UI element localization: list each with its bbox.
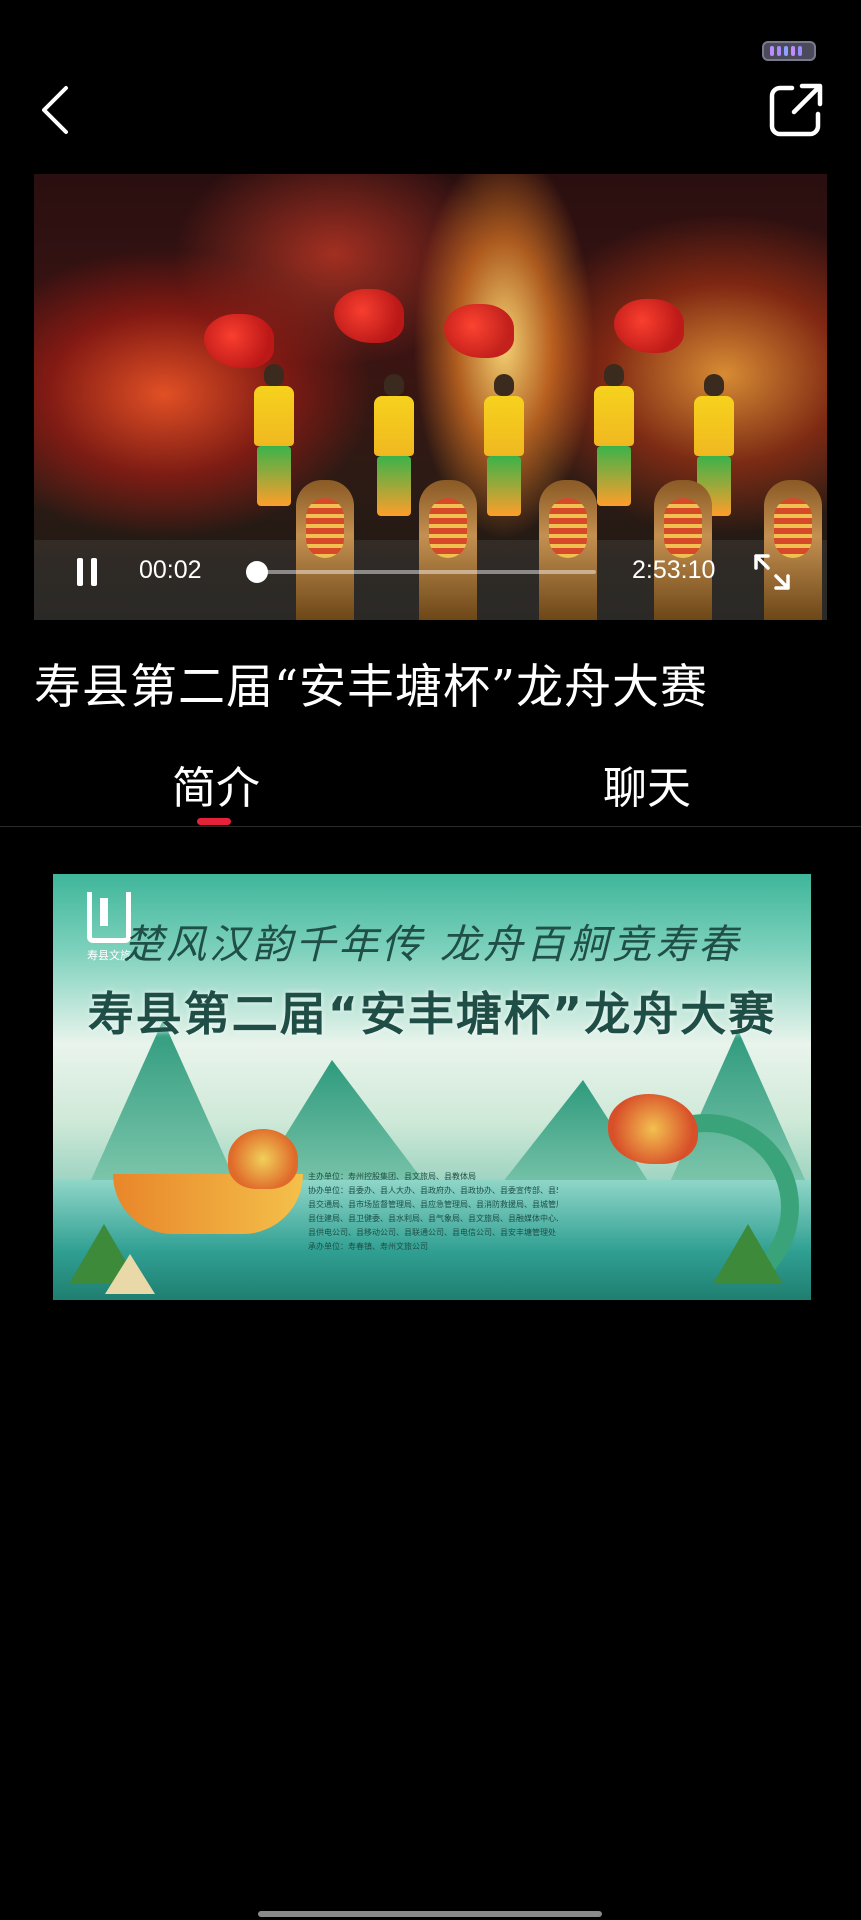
duration-time: 2:53:10 [632,556,716,584]
page-title: 寿县第二届“安丰塘杯”龙舟大赛 [34,660,709,715]
home-indicator[interactable] [258,1911,602,1917]
active-tab-indicator [197,818,231,825]
poster-credits: 主办单位：寿州控股集团、县文旅局、县教体局 协办单位：县委办、县人大办、县政府办… [308,1172,558,1251]
pause-icon[interactable] [70,554,104,588]
poster-title: 寿县第二届“安丰塘杯”龙舟大赛 [87,987,777,1041]
current-time: 00:02 [139,556,202,584]
tab-intro[interactable]: 简介 [172,752,260,816]
tab-chat[interactable]: 聊天 [603,752,691,816]
fullscreen-expand-icon[interactable] [752,552,792,592]
status-pill-icon [762,41,816,61]
progress-track[interactable] [256,570,596,574]
progress-knob[interactable] [246,561,268,583]
video-controls: 00:02 2:53:10 [34,520,827,620]
tab-divider [0,826,861,827]
poster-slogan: 楚风汉韵千年传 龙舟百舸竞寿春 [123,922,741,968]
event-poster-image: 寿县文旅 楚风汉韵千年传 龙舟百舸竞寿春 寿县第二届“安丰塘杯”龙舟大赛 主办单… [53,874,811,1300]
video-player[interactable]: 00:02 2:53:10 [34,174,827,620]
chevron-left-icon[interactable] [36,82,76,138]
share-external-icon[interactable] [768,82,824,138]
